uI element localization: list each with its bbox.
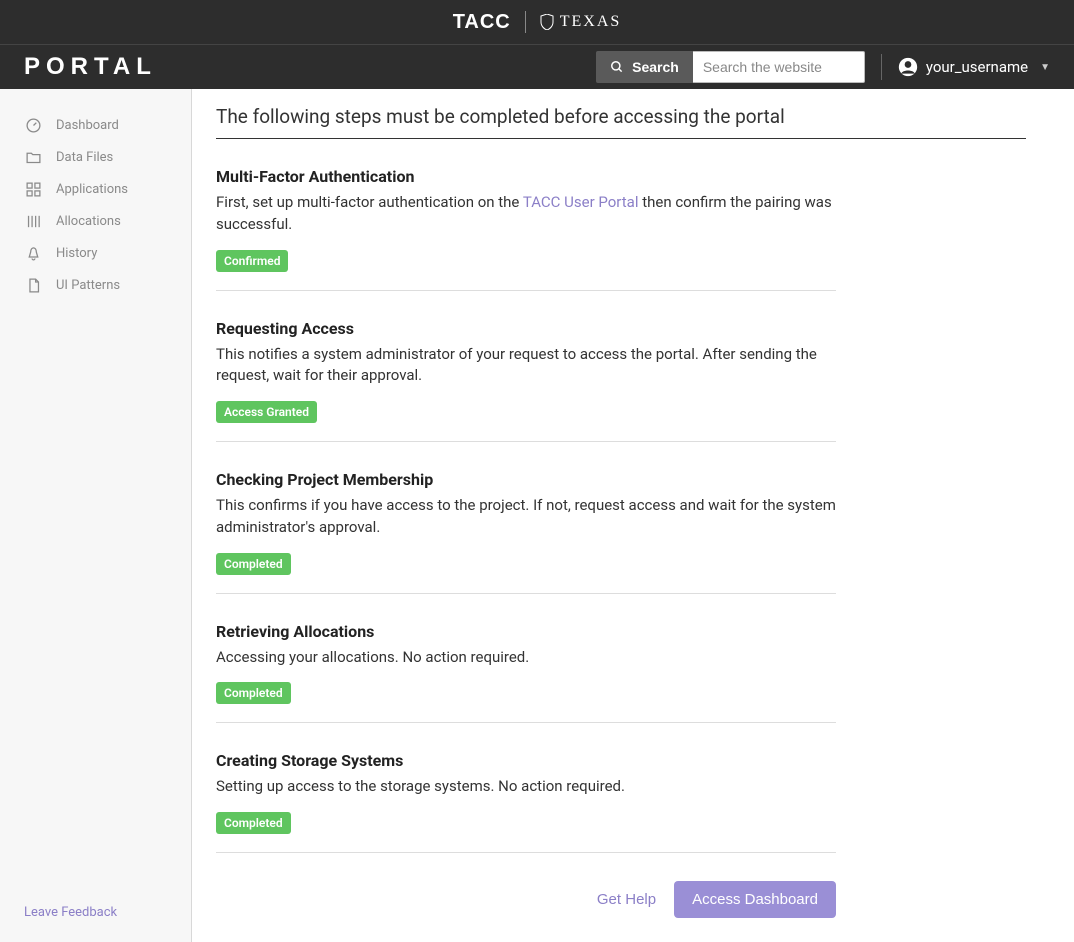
step-title: Multi-Factor Authentication [216, 167, 836, 186]
sidebar-item-ui-patterns[interactable]: UI Patterns [0, 269, 191, 301]
texas-logo-text: TEXAS [560, 13, 622, 31]
step-project-membership: Checking Project Membership This confirm… [216, 470, 836, 594]
step-desc-pre: First, set up multi-factor authenticatio… [216, 193, 523, 211]
texas-logo[interactable]: TEXAS [540, 13, 622, 31]
main-content: The following steps must be completed be… [192, 89, 1074, 942]
step-mfa: Multi-Factor Authentication First, set u… [216, 167, 836, 291]
folder-icon [24, 148, 42, 166]
leave-feedback-link[interactable]: Leave Feedback [24, 905, 117, 920]
step-request-access: Requesting Access This notifies a system… [216, 319, 836, 443]
portal-logo[interactable]: PORTAL [24, 53, 157, 81]
search-button-label: Search [632, 59, 679, 75]
gauge-icon [24, 116, 42, 134]
status-badge: Confirmed [216, 250, 288, 272]
bell-icon [24, 244, 42, 262]
sidebar-item-label: UI Patterns [56, 278, 120, 293]
sidebar-item-allocations[interactable]: Allocations [0, 205, 191, 237]
search-input[interactable] [693, 51, 865, 83]
sidebar-item-data-files[interactable]: Data Files [0, 141, 191, 173]
sidebar-item-dashboard[interactable]: Dashboard [0, 109, 191, 141]
tacc-logo[interactable]: TACC [453, 11, 511, 34]
step-title: Checking Project Membership [216, 470, 836, 489]
brand-bar: TACC TEXAS [0, 0, 1074, 44]
step-description: First, set up multi-factor authenticatio… [216, 192, 836, 236]
page-title: The following steps must be completed be… [216, 105, 1026, 139]
apps-icon [24, 180, 42, 198]
step-title: Requesting Access [216, 319, 836, 338]
shield-icon [540, 14, 554, 30]
brand-divider [525, 11, 526, 33]
username-label: your_username [926, 58, 1028, 76]
document-icon [24, 276, 42, 294]
step-title: Creating Storage Systems [216, 751, 836, 770]
step-description: This notifies a system administrator of … [216, 344, 836, 388]
sidebar-item-applications[interactable]: Applications [0, 173, 191, 205]
sidebar-item-label: Data Files [56, 150, 113, 165]
sidebar-item-label: Allocations [56, 214, 121, 229]
sidebar-item-label: Dashboard [56, 118, 119, 133]
search-icon [610, 60, 624, 74]
step-list: Multi-Factor Authentication First, set u… [216, 167, 836, 853]
tacc-user-portal-link[interactable]: TACC User Portal [523, 193, 639, 211]
user-menu[interactable]: your_username ▼ [898, 57, 1050, 77]
step-title: Retrieving Allocations [216, 622, 836, 641]
search-button[interactable]: Search [596, 51, 693, 83]
status-badge: Completed [216, 553, 291, 575]
sidebar: Dashboard Data Files Applications Alloca… [0, 89, 192, 942]
chevron-down-icon: ▼ [1040, 62, 1050, 73]
user-separator [881, 54, 882, 80]
step-description: This confirms if you have access to the … [216, 495, 836, 539]
portal-header: PORTAL Search your_username ▼ [0, 44, 1074, 89]
step-storage: Creating Storage Systems Setting up acce… [216, 751, 836, 853]
bars-icon [24, 212, 42, 230]
access-dashboard-button[interactable]: Access Dashboard [674, 881, 836, 918]
step-description: Accessing your allocations. No action re… [216, 647, 836, 669]
sidebar-item-label: History [56, 246, 97, 261]
search-wrap: Search [596, 51, 865, 83]
user-icon [898, 57, 918, 77]
step-description: Setting up access to the storage systems… [216, 776, 836, 798]
status-badge: Completed [216, 812, 291, 834]
sidebar-item-history[interactable]: History [0, 237, 191, 269]
status-badge: Completed [216, 682, 291, 704]
action-bar: Get Help Access Dashboard [216, 881, 836, 918]
step-allocations: Retrieving Allocations Accessing your al… [216, 622, 836, 724]
sidebar-item-label: Applications [56, 182, 128, 197]
status-badge: Access Granted [216, 401, 317, 423]
get-help-button[interactable]: Get Help [597, 891, 656, 908]
